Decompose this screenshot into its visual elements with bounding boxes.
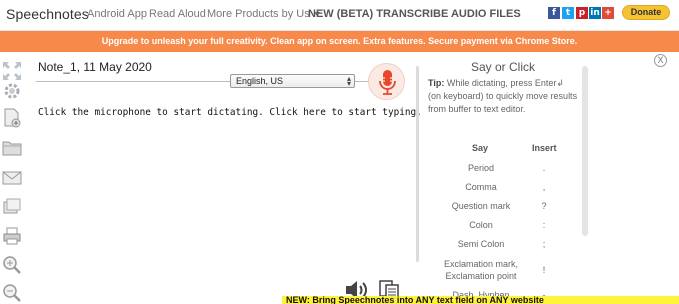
command-insert[interactable]: ? [534, 200, 554, 212]
brand-logo[interactable]: Speechnotes [6, 6, 89, 22]
zoom-in-icon[interactable] [2, 255, 22, 275]
column-header-insert: Insert [532, 143, 557, 153]
top-navigation-bar: Speechnotes Android App Read Aloud More … [0, 0, 679, 31]
command-insert[interactable]: ! [534, 264, 554, 276]
command-insert[interactable]: : [534, 219, 554, 231]
linkedin-icon[interactable]: in [589, 7, 601, 19]
facebook-icon[interactable]: f [548, 7, 560, 19]
zoom-out-icon[interactable] [2, 283, 22, 303]
microphone-button[interactable] [368, 63, 405, 100]
command-say[interactable]: Colon [428, 219, 534, 231]
save-icon[interactable] [2, 197, 22, 217]
panel-title: Say or Click [470, 60, 535, 74]
donate-button[interactable]: Donate [622, 5, 670, 20]
column-header-say: Say [472, 143, 489, 153]
command-say[interactable]: Comma [428, 181, 534, 193]
email-icon[interactable] [2, 168, 22, 188]
language-select[interactable]: English, US ▴ ▾ [230, 74, 355, 88]
microphone-icon [379, 70, 396, 95]
open-folder-icon[interactable] [2, 138, 22, 158]
command-insert[interactable]: ; [534, 238, 554, 250]
google-plus-icon[interactable]: + [602, 7, 614, 19]
command-insert[interactable]: . [534, 162, 554, 174]
print-icon[interactable] [2, 226, 22, 246]
close-panel-button[interactable]: X [654, 54, 667, 67]
command-say[interactable]: Semi Colon [428, 238, 534, 250]
twitter-icon[interactable]: t [562, 7, 574, 19]
tip-body: While dictating, press Enter↲ (on keyboa… [428, 78, 578, 114]
pinterest-icon[interactable]: p [576, 7, 588, 19]
select-arrows-icon: ▴ ▾ [346, 74, 351, 88]
language-select-value: English, US [236, 76, 284, 86]
command-say[interactable]: Period [428, 162, 534, 174]
tip-text: Tip: While dictating, press Enter↲ (on k… [428, 77, 578, 116]
command-say[interactable]: Question mark [428, 200, 534, 212]
nav-link-more-products-label: More Products by Us [207, 8, 310, 20]
new-document-icon[interactable] [2, 108, 22, 128]
editor-scrollbar[interactable] [416, 66, 419, 262]
editor-textarea[interactable]: Click the microphone to start dictating.… [38, 107, 422, 118]
upgrade-banner[interactable]: Upgrade to unleash your full creativity.… [0, 31, 679, 52]
expand-icon[interactable] [2, 61, 22, 81]
nav-link-read-aloud[interactable]: Read Aloud [149, 8, 206, 20]
nav-link-more-products[interactable]: More Products by Us [207, 8, 320, 20]
nav-link-android-app[interactable]: Android App [87, 8, 147, 20]
tip-label: Tip: [428, 78, 445, 88]
command-say[interactable]: Exclamation mark, Exclamation point [436, 258, 526, 282]
command-insert[interactable]: , [534, 181, 554, 193]
panel-scrollbar[interactable] [582, 66, 588, 236]
nav-link-transcribe-audio[interactable]: NEW (BETA) TRANSCRIBE AUDIO FILES [308, 8, 521, 20]
note-title[interactable]: Note_1, 11 May 2020 [38, 60, 152, 74]
extension-notice[interactable]: NEW: Bring Speechnotes into ANY text fie… [282, 296, 679, 304]
settings-gear-icon[interactable] [2, 81, 22, 101]
title-divider [36, 81, 234, 82]
title-divider-right [355, 81, 369, 82]
